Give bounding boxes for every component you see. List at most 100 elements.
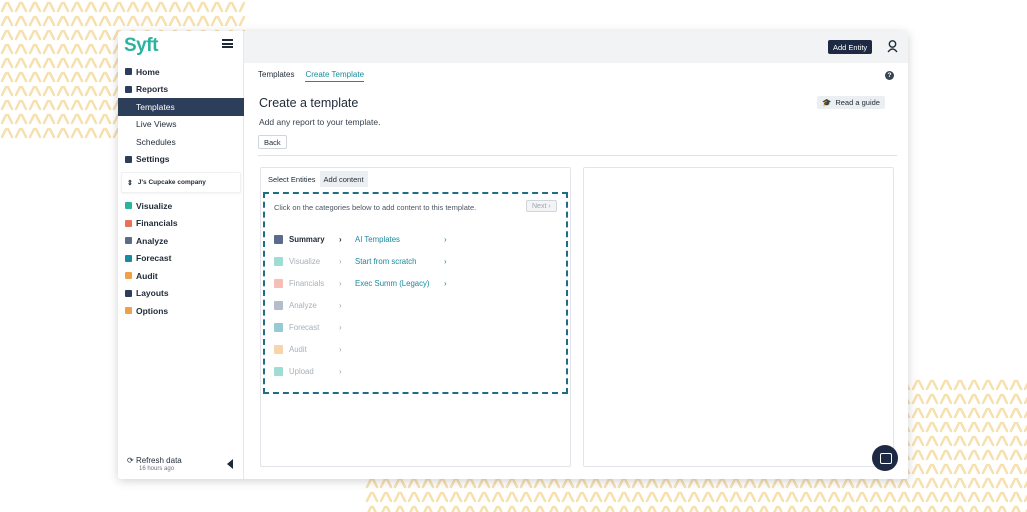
sidebar-item-label: Analyze <box>136 235 169 246</box>
option-list: AI Templates › Start from scratch › Exec Sum… <box>355 228 447 294</box>
sidebar-item-financials[interactable]: Financials <box>118 215 244 233</box>
sidebar-item-label: Forecast <box>136 253 172 264</box>
sidebar-item-label: Home <box>136 66 160 77</box>
next-button[interactable]: Next › <box>526 200 557 212</box>
sidebar-item-label: Financials <box>136 218 178 229</box>
analyze-icon <box>274 300 283 310</box>
forecast-icon <box>274 322 283 332</box>
sidebar-item-home[interactable]: Home <box>118 63 244 81</box>
next-label: Next <box>532 202 547 210</box>
settings-icon <box>125 155 132 163</box>
sidebar-item-forecast[interactable]: Forecast <box>118 250 244 268</box>
main-content: Templates Create Template ? Create a tem… <box>244 63 908 479</box>
home-icon <box>125 68 132 76</box>
panel-tabs: Select Entities Add content <box>264 171 368 187</box>
category-visualize[interactable]: Visualize › <box>274 250 342 272</box>
read-guide-button[interactable]: 🎓 Read a guide <box>817 96 885 109</box>
sidebar-item-audit[interactable]: Audit <box>118 267 244 285</box>
company-selector[interactable]: ⇕ J's Cupcake company <box>121 172 241 193</box>
financials-icon <box>274 278 283 288</box>
tab-create-template[interactable]: Create Template <box>305 70 365 82</box>
sidebar-item-reports[interactable]: Reports <box>118 81 244 99</box>
sidebar-item-label: Visualize <box>136 200 173 211</box>
category-financials[interactable]: Financials › <box>274 272 342 294</box>
sidebar-item-live-views[interactable]: Live Views <box>118 116 244 134</box>
refresh-label: Refresh data <box>135 456 182 465</box>
page-title: Create a template <box>259 96 359 110</box>
financials-icon <box>125 219 132 227</box>
category-forecast[interactable]: Forecast › <box>274 316 342 338</box>
sidebar-item-schedules[interactable]: Schedules <box>118 133 244 151</box>
divider <box>258 155 897 156</box>
option-label: Exec Summ (Legacy) <box>355 278 430 288</box>
sidebar-item-settings[interactable]: Settings <box>118 151 244 169</box>
chevron-right-icon: › <box>339 366 342 376</box>
page-subtitle: Add any report to your template. <box>259 117 381 127</box>
upload-icon <box>274 366 283 376</box>
app-window: Syft Home Reports Templates Live Views Sched… <box>118 31 908 479</box>
category-label: Audit <box>289 344 307 354</box>
add-entity-button[interactable]: Add Entity <box>828 40 873 54</box>
refresh-time: 16 hours ago <box>139 466 175 472</box>
chat-icon[interactable] <box>872 445 898 471</box>
tab-templates[interactable]: Templates <box>258 70 294 82</box>
chevron-right-icon: › <box>339 278 342 288</box>
category-list: Summary › Visualize › Financials › Analyze › For… <box>274 228 342 382</box>
hamburger-menu-icon[interactable] <box>222 39 233 48</box>
sidebar-item-label: Layouts <box>136 288 169 299</box>
content-panel: Select Entities Add content Click on the… <box>260 167 571 467</box>
analyze-icon <box>125 237 132 245</box>
visualize-icon <box>125 202 132 210</box>
category-summary[interactable]: Summary › <box>274 228 342 250</box>
sidebar-item-label: Reports <box>136 84 169 95</box>
option-exec-summ-legacy[interactable]: Exec Summ (Legacy) › <box>355 272 447 294</box>
chevron-right-icon: › <box>339 256 342 266</box>
option-label: AI Templates <box>355 234 400 244</box>
option-start-from-scratch[interactable]: Start from scratch › <box>355 250 447 272</box>
top-bar: Add Entity <box>244 31 908 63</box>
user-account-icon[interactable] <box>887 40 898 53</box>
collapse-sidebar-icon[interactable] <box>227 459 233 469</box>
category-label: Financials <box>289 278 325 288</box>
chevron-right-icon: › <box>339 322 342 332</box>
category-label: Visualize <box>289 256 321 266</box>
preview-panel <box>583 167 894 467</box>
company-name: J's Cupcake company <box>137 179 206 186</box>
category-label: Upload <box>289 366 314 376</box>
audit-icon <box>274 344 283 354</box>
sidebar: Syft Home Reports Templates Live Views Sched… <box>118 31 244 479</box>
add-content-area: Click on the categories below to add con… <box>263 192 568 394</box>
tab-add-content[interactable]: Add content <box>319 171 368 187</box>
category-upload[interactable]: Upload › <box>274 360 342 382</box>
chevron-right-icon: › <box>339 344 342 354</box>
options-icon <box>125 307 132 315</box>
chevron-right-icon: › <box>339 300 342 310</box>
option-ai-templates[interactable]: AI Templates › <box>355 228 447 250</box>
category-analyze[interactable]: Analyze › <box>274 294 342 316</box>
chevron-right-icon: › <box>444 234 447 244</box>
category-label: Forecast <box>289 322 320 332</box>
sidebar-item-label: Audit <box>136 270 158 281</box>
sidebar-item-label: Templates <box>136 101 175 112</box>
back-button[interactable]: Back <box>258 135 287 149</box>
chevron-right-icon: › <box>444 278 447 288</box>
sidebar-item-layouts[interactable]: Layouts <box>118 285 244 303</box>
sidebar-item-options[interactable]: Options <box>118 302 244 320</box>
help-icon[interactable]: ? <box>885 71 894 80</box>
instruction-text: Click on the categories below to add con… <box>274 203 477 212</box>
refresh-data-button[interactable]: ⟳ Refresh data 16 hours ago <box>127 456 182 472</box>
tab-select-entities[interactable]: Select Entities <box>264 171 320 187</box>
visualize-icon <box>274 256 283 266</box>
sidebar-item-templates[interactable]: Templates <box>118 98 244 116</box>
sidebar-item-analyze[interactable]: Analyze <box>118 232 244 250</box>
chevron-right-icon: › <box>548 202 551 210</box>
category-audit[interactable]: Audit › <box>274 338 342 360</box>
forecast-icon <box>125 254 132 262</box>
up-down-arrows-icon: ⇕ <box>127 179 133 187</box>
breadcrumb-tabs: Templates Create Template <box>258 70 365 82</box>
layouts-icon <box>125 289 132 297</box>
option-label: Start from scratch <box>355 256 417 266</box>
chevron-right-icon: › <box>339 234 342 244</box>
sidebar-item-visualize[interactable]: Visualize <box>118 197 244 215</box>
syft-logo[interactable]: Syft <box>124 35 158 57</box>
